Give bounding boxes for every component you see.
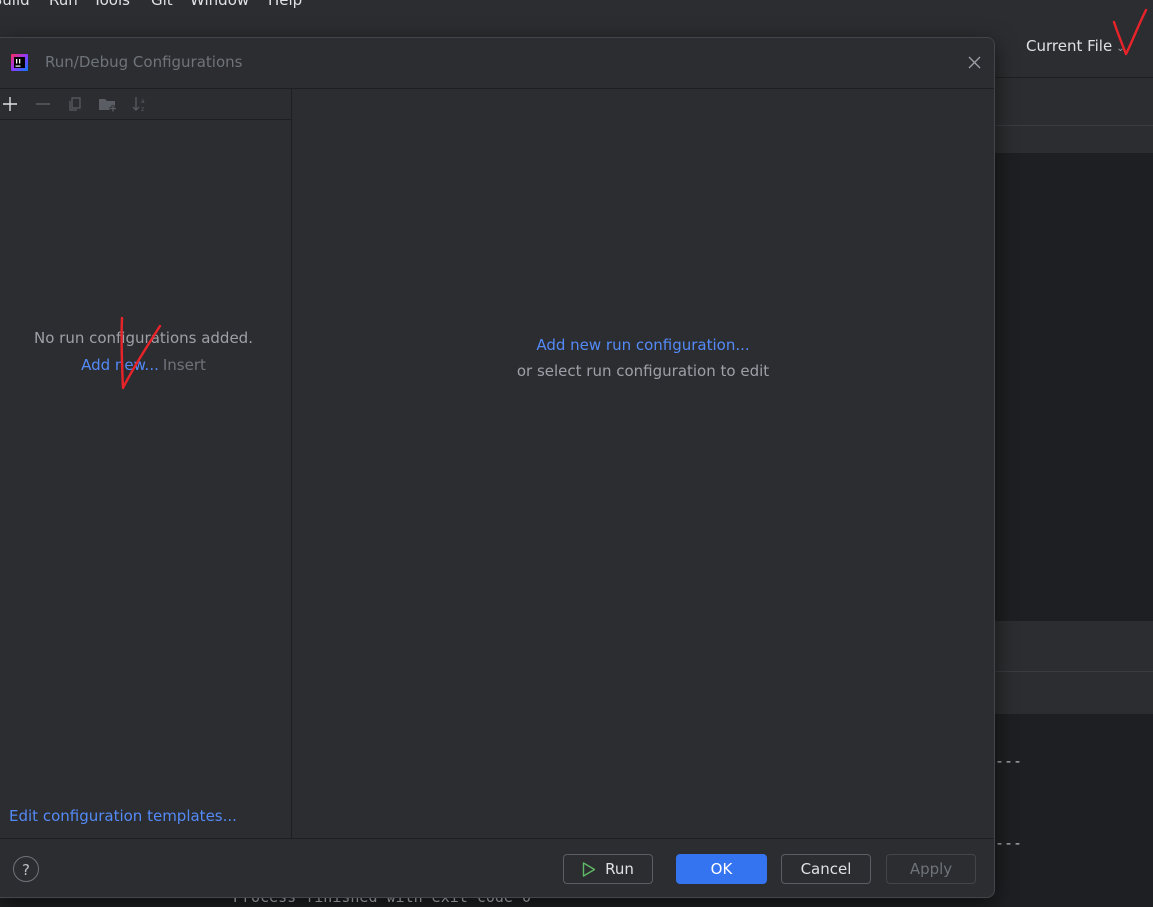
add-new-link[interactable]: Add new... xyxy=(81,356,159,374)
menu-bar: Build Run Tools Git Window Help xyxy=(0,0,1153,23)
configurations-toolbar: a z xyxy=(0,89,291,120)
plus-icon xyxy=(3,97,17,111)
run-config-selector-label: Current File xyxy=(1026,37,1113,55)
select-configuration-hint: or select run configuration to edit xyxy=(516,362,770,380)
menu-git[interactable]: Git xyxy=(151,0,173,9)
menu-help[interactable]: Help xyxy=(268,0,302,9)
chevron-down-icon: ⌄ xyxy=(1116,43,1125,54)
dialog-titlebar: Run/Debug Configurations xyxy=(0,38,994,89)
folder-add-icon xyxy=(99,99,117,112)
remove-configuration-button[interactable] xyxy=(33,94,53,114)
minus-icon xyxy=(36,103,50,105)
run-button-label: Run xyxy=(605,860,634,878)
close-button[interactable] xyxy=(963,52,985,74)
menu-run[interactable]: Run xyxy=(49,0,78,9)
editor-area xyxy=(995,153,1153,621)
edit-configuration-templates-link[interactable]: Edit configuration templates... xyxy=(9,807,237,825)
run-config-selector[interactable]: Current File ⌄ xyxy=(1026,37,1125,55)
dialog-footer: ? Run OK Cancel Apply xyxy=(0,838,994,897)
empty-configurations-message: No run configurations added. xyxy=(34,329,253,347)
breadcrumb-bar xyxy=(995,126,1153,153)
insert-shortcut-hint: Insert xyxy=(162,356,206,374)
add-configuration-button[interactable] xyxy=(0,94,20,114)
menu-tools[interactable]: Tools xyxy=(93,0,130,9)
add-new-row: Add new... Insert xyxy=(0,356,287,374)
close-icon xyxy=(968,56,980,69)
new-folder-button[interactable] xyxy=(98,94,118,114)
configuration-details-pane: Add new run configuration... or select r… xyxy=(292,89,994,838)
copy-configuration-button[interactable] xyxy=(65,94,85,114)
add-new-run-configuration-link[interactable]: Add new run configuration... xyxy=(536,336,749,354)
menu-build[interactable]: Build xyxy=(0,0,30,9)
cancel-button[interactable]: Cancel xyxy=(781,854,871,884)
sort-alphabetically-icon: a z xyxy=(132,97,145,112)
configurations-tree-pane: a z No run configurations added. Add new… xyxy=(0,89,292,838)
run-button[interactable]: Run xyxy=(563,854,653,884)
help-button[interactable]: ? xyxy=(13,856,39,882)
console-dash-line: --- xyxy=(995,834,1023,852)
run-debug-configurations-dialog: Run/Debug Configurations a z No run conf… xyxy=(0,37,995,898)
add-config-row: Add new run configuration... xyxy=(292,336,994,354)
ok-button[interactable]: OK xyxy=(676,854,767,884)
menu-window[interactable]: Window xyxy=(190,0,249,9)
dialog-title: Run/Debug Configurations xyxy=(45,53,243,71)
copy-icon xyxy=(69,97,81,111)
run-triangle-icon xyxy=(582,861,596,877)
tool-window-header xyxy=(995,621,1153,672)
sort-configurations-button[interactable]: a z xyxy=(131,94,151,114)
console-dash-line: --- xyxy=(995,752,1023,770)
editor-tabs-bar xyxy=(995,78,1153,126)
apply-button[interactable]: Apply xyxy=(886,854,976,884)
svg-text:z: z xyxy=(141,106,144,112)
svg-text:a: a xyxy=(141,98,145,105)
intellij-app-icon xyxy=(11,54,28,71)
tool-window-toolbar xyxy=(995,672,1153,714)
